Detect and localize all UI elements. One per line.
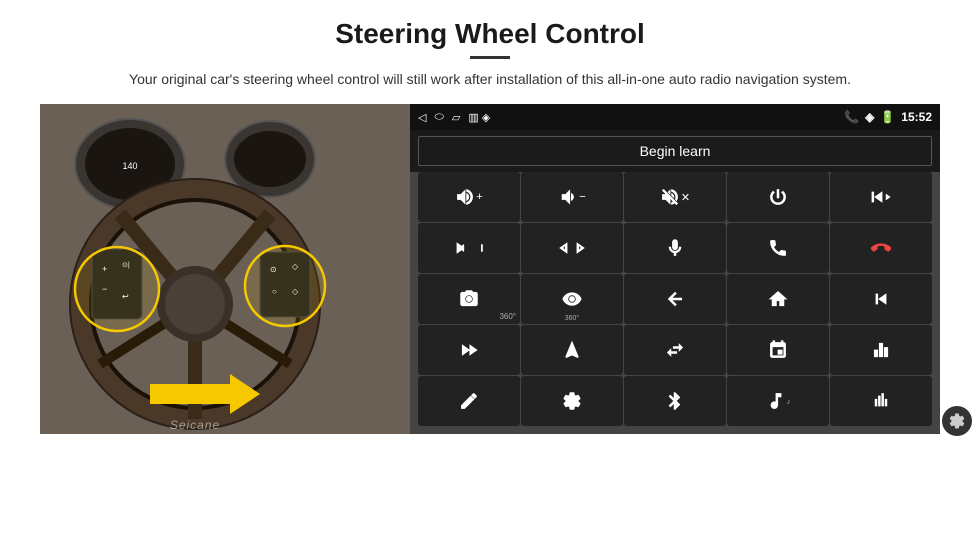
- status-left: ◁ ⬭ ▱ ▥ ◈: [418, 111, 490, 124]
- vol-down-button[interactable]: −: [521, 172, 623, 222]
- controls-grid: + − ✕: [410, 172, 940, 434]
- vol-mute-button[interactable]: ✕: [624, 172, 726, 222]
- music-button[interactable]: ♪: [727, 376, 829, 426]
- steering-wheel-svg: 140: [40, 104, 410, 434]
- mic-button[interactable]: [624, 223, 726, 273]
- title-divider: [470, 56, 510, 59]
- power-button[interactable]: [727, 172, 829, 222]
- vol-up-button[interactable]: +: [418, 172, 520, 222]
- control-panel: ◁ ⬭ ▱ ▥ ◈ 📞 ◈ 🔋 15:52 Begin learn: [410, 104, 940, 434]
- home-button[interactable]: [727, 274, 829, 324]
- begin-learn-row: Begin learn: [410, 130, 940, 172]
- fast-forward-button[interactable]: [418, 325, 520, 375]
- status-bar: ◁ ⬭ ▱ ▥ ◈ 📞 ◈ 🔋 15:52: [410, 104, 940, 130]
- content-area: 140: [40, 104, 940, 434]
- home-nav-icon: ⬭: [434, 111, 443, 124]
- prev-track-button[interactable]: [830, 172, 932, 222]
- 360-view-button[interactable]: 360°: [521, 274, 623, 324]
- equalizer-button[interactable]: [830, 325, 932, 375]
- bluetooth-button[interactable]: [624, 376, 726, 426]
- signal-icon: ▥ ◈: [468, 111, 490, 124]
- page-subtitle: Your original car's steering wheel contr…: [40, 69, 940, 90]
- next-skip-button[interactable]: [521, 223, 623, 273]
- settings-button[interactable]: [521, 376, 623, 426]
- page-title: Steering Wheel Control: [40, 18, 940, 50]
- camera-button[interactable]: 360°: [418, 274, 520, 324]
- svg-text:140: 140: [122, 161, 137, 171]
- phone-icon: 📞: [844, 110, 859, 124]
- pen-button[interactable]: [418, 376, 520, 426]
- battery-icon: 🔋: [880, 110, 895, 124]
- clock: 15:52: [901, 110, 932, 124]
- steering-wheel-image: 140: [40, 104, 410, 434]
- end-call-button[interactable]: [830, 223, 932, 273]
- wifi-icon: ◈: [865, 110, 874, 124]
- audio-bars-button[interactable]: [830, 376, 932, 426]
- swap-button[interactable]: [624, 325, 726, 375]
- skip-back-button[interactable]: [830, 274, 932, 324]
- next-track-button[interactable]: [418, 223, 520, 273]
- svg-text:Seicane: Seicane: [170, 418, 220, 432]
- settings-gear-button[interactable]: [942, 406, 972, 436]
- begin-learn-button[interactable]: Begin learn: [418, 136, 932, 166]
- recents-nav-icon: ▱: [452, 111, 460, 124]
- status-right: 📞 ◈ 🔋 15:52: [844, 110, 932, 124]
- back-nav-icon: ◁: [418, 111, 426, 124]
- navigate-button[interactable]: [521, 325, 623, 375]
- back-button[interactable]: [624, 274, 726, 324]
- call-button[interactable]: [727, 223, 829, 273]
- record-button[interactable]: [727, 325, 829, 375]
